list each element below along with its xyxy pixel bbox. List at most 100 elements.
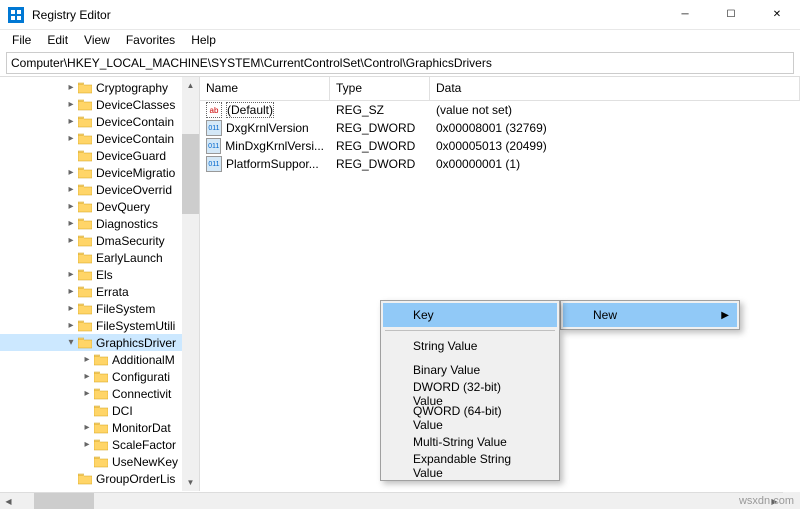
context-item-label: New [593,308,617,322]
list-row[interactable]: 011PlatformSuppor...REG_DWORD0x00000001 … [200,155,800,173]
list-row[interactable]: 011MinDxgKrnlVersi...REG_DWORD0x00005013… [200,137,800,155]
tree-item[interactable]: ▸MonitorDat [0,419,199,436]
expander-icon[interactable]: ▸ [64,133,78,144]
expander-icon[interactable]: ▸ [80,388,94,399]
tree-item[interactable]: ▸DeviceOverrid [0,181,199,198]
tree-item-label: DeviceMigratio [96,166,175,180]
tree-item[interactable]: ▾ GraphicsDriver [0,334,199,351]
tree-item-label: AdditionalM [112,353,175,367]
menu-favorites[interactable]: Favorites [118,31,183,49]
menu-view[interactable]: View [76,31,118,49]
close-button[interactable]: ✕ [754,0,800,30]
tree-item[interactable]: ▸ScaleFactor [0,436,199,453]
context-menu-item[interactable]: DWORD (32-bit) Value [383,382,557,406]
minimize-button[interactable]: ─ [662,0,708,30]
expander-icon[interactable]: ▸ [64,320,78,331]
expander-icon[interactable]: ▸ [64,218,78,229]
expander-icon[interactable]: ▾ [64,337,78,348]
value-icon: ab [206,102,222,118]
menu-file[interactable]: File [4,31,39,49]
tree-item[interactable]: ▸Connectivit [0,385,199,402]
expander-icon[interactable]: ▸ [80,422,94,433]
expander-icon[interactable]: ▸ [80,354,94,365]
value-data: 0x00000001 (1) [430,157,800,171]
context-menu-item[interactable]: Expandable String Value [383,454,557,478]
column-data[interactable]: Data [430,77,800,100]
folder-icon [94,370,110,384]
address-bar[interactable]: Computer\HKEY_LOCAL_MACHINE\SYSTEM\Curre… [6,52,794,74]
menu-help[interactable]: Help [183,31,224,49]
horizontal-scrollbar[interactable]: ◀ ▶ [0,492,783,509]
expander-icon[interactable]: ▸ [64,99,78,110]
tree-item[interactable]: ▸FileSystemUtili [0,317,199,334]
tree-item[interactable]: ▸Diagnostics [0,215,199,232]
column-name[interactable]: Name [200,77,330,100]
context-menu-item[interactable]: Binary Value [383,358,557,382]
context-item-label: Expandable String Value [413,452,527,480]
context-menu-item[interactable]: New▶ [563,303,737,327]
tree-item[interactable]: GroupOrderLis [0,470,199,487]
context-menu-item[interactable]: String Value [383,334,557,358]
context-menu-item[interactable]: QWORD (64-bit) Value [383,406,557,430]
tree-item[interactable]: ▸ DeviceClasses [0,96,199,113]
tree-item[interactable]: ▸DevQuery [0,198,199,215]
tree-item-label: GraphicsDriver [96,336,176,350]
folder-icon [78,149,94,163]
tree-item[interactable]: ▸FileSystem [0,300,199,317]
tree-item[interactable]: ▸ DeviceMigratio [0,164,199,181]
tree-item[interactable]: EarlyLaunch [0,249,199,266]
scroll-left-icon[interactable]: ◀ [0,493,17,510]
tree-item[interactable]: ▸ Configurati [0,368,199,385]
expander-icon[interactable]: ▸ [80,439,94,450]
expander-icon[interactable]: ▸ [64,167,78,178]
expander-icon[interactable]: ▸ [64,184,78,195]
tree-item[interactable]: DCI [0,402,199,419]
list-row[interactable]: ab(Default)REG_SZ(value not set) [200,101,800,119]
tree-item[interactable]: DeviceGuard [0,147,199,164]
tree-item-label: DeviceContain [96,115,174,129]
expander-icon[interactable]: ▸ [64,303,78,314]
tree-item[interactable]: ▸ AdditionalM [0,351,199,368]
tree-view[interactable]: ▸Cryptography▸DeviceClasses▸DeviceContai… [0,77,200,491]
tree-item[interactable]: ▸ DeviceContain [0,113,199,130]
folder-icon [78,336,94,350]
folder-icon [78,166,94,180]
tree-item-label: Configurati [112,370,170,384]
tree-item[interactable]: ▸Els [0,266,199,283]
scroll-up-icon[interactable]: ▲ [182,77,199,94]
tree-item[interactable]: ▸ DeviceContain [0,130,199,147]
tree-item-label: DeviceContain [96,132,174,146]
value-type: REG_DWORD [330,139,430,153]
expander-icon[interactable]: ▸ [80,371,94,382]
tree-item[interactable]: UseNewKey [0,453,199,470]
maximize-button[interactable]: ☐ [708,0,754,30]
scroll-thumb[interactable] [182,134,199,214]
hscroll-thumb[interactable] [34,493,94,509]
watermark: wsxdn.com [739,495,794,507]
tree-item-label: DeviceClasses [96,98,175,112]
tree-scrollbar[interactable]: ▲ ▼ [182,77,199,491]
folder-icon [94,438,110,452]
expander-icon[interactable]: ▸ [64,201,78,212]
menu-edit[interactable]: Edit [39,31,76,49]
expander-icon[interactable]: ▸ [64,286,78,297]
expander-icon[interactable]: ▸ [64,116,78,127]
folder-icon [94,421,110,435]
expander-icon[interactable]: ▸ [64,235,78,246]
column-type[interactable]: Type [330,77,430,100]
list-row[interactable]: 011DxgKrnlVersionREG_DWORD0x00008001 (32… [200,119,800,137]
context-menu-item[interactable]: Multi-String Value [383,430,557,454]
tree-item[interactable]: ▸Cryptography [0,79,199,96]
menu-bar: File Edit View Favorites Help [0,30,800,50]
tree-item[interactable]: ▸DmaSecurity [0,232,199,249]
folder-icon [78,472,94,486]
context-item-label: Multi-String Value [413,435,507,449]
tree-item[interactable]: ▸Errata [0,283,199,300]
tree-item-label: GroupOrderLis [96,472,175,486]
scroll-down-icon[interactable]: ▼ [182,474,199,491]
context-menu-item[interactable]: Key [383,303,557,327]
expander-icon[interactable]: ▸ [64,82,78,93]
expander-icon[interactable]: ▸ [64,269,78,280]
folder-icon [94,404,110,418]
context-menu: New▶ [560,300,740,330]
